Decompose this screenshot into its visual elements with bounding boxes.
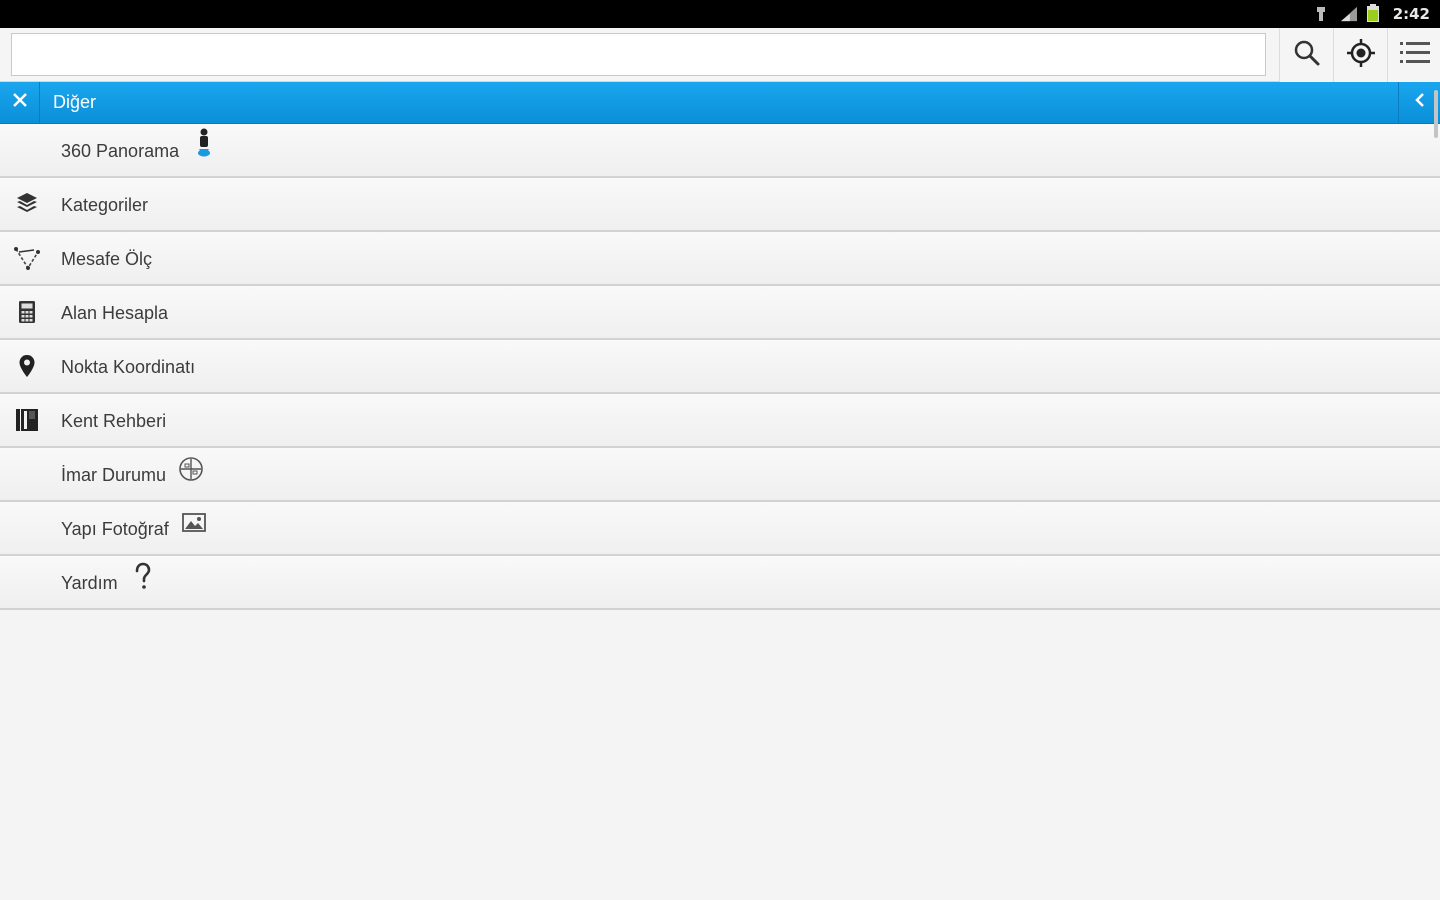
menu-item-alan-hesapla[interactable]: Alan Hesapla xyxy=(0,286,1440,340)
battery-icon xyxy=(1366,4,1383,22)
menu-item-label: Kategoriler xyxy=(61,195,149,215)
top-toolbar xyxy=(0,28,1440,82)
pegman-icon xyxy=(189,128,219,158)
page-title: Diğer xyxy=(53,92,97,112)
menu-button[interactable] xyxy=(1387,28,1440,82)
menu-item-label: Nokta Koordinatı xyxy=(61,357,196,377)
menu-item-yapi-fotograf[interactable]: Yapı Fotoğraf xyxy=(0,502,1440,556)
menu-item-nokta-koordinati[interactable]: Nokta Koordinatı xyxy=(0,340,1440,394)
zoning-icon xyxy=(176,454,206,484)
locate-icon xyxy=(1346,38,1376,73)
menu-item-label: 360 Panorama xyxy=(61,141,180,161)
scrollbar[interactable] xyxy=(1434,90,1438,138)
clock: 2:42 xyxy=(1392,5,1430,23)
menu-item-360-panorama[interactable]: 360 Panorama xyxy=(0,124,1440,178)
close-icon xyxy=(12,92,28,113)
question-icon xyxy=(128,562,158,592)
menu-item-label: Kent Rehberi xyxy=(61,411,167,431)
close-button[interactable] xyxy=(0,82,40,123)
section-header: Diğer xyxy=(0,82,1440,124)
menu-item-mesafe-olc[interactable]: Mesafe Ölç xyxy=(0,232,1440,286)
layers-icon xyxy=(14,191,40,217)
empty-area xyxy=(0,610,1440,900)
menu-item-label: Yapı Fotoğraf xyxy=(61,519,169,539)
search-button[interactable] xyxy=(1279,28,1333,82)
menu-item-kategoriler[interactable]: Kategoriler xyxy=(0,178,1440,232)
menu-item-imar-durumu[interactable]: İmar Durumu xyxy=(0,448,1440,502)
calculator-icon xyxy=(14,299,40,325)
menu-icon xyxy=(1399,40,1430,71)
photo-icon xyxy=(179,508,209,538)
menu-item-label: Alan Hesapla xyxy=(61,303,169,323)
locate-button[interactable] xyxy=(1333,28,1387,82)
map-pin-icon xyxy=(14,353,40,379)
ruler-measure-icon xyxy=(14,245,40,271)
menu-item-yardim[interactable]: Yardım xyxy=(0,556,1440,610)
menu-item-label: Yardım xyxy=(61,573,118,593)
usb-icon xyxy=(1315,6,1331,22)
menu-item-label: İmar Durumu xyxy=(61,465,167,485)
menu-item-label: Mesafe Ölç xyxy=(61,249,153,269)
status-bar: 2:42 xyxy=(0,0,1440,28)
book-icon xyxy=(14,407,40,433)
chevron-left-icon xyxy=(1414,92,1426,113)
signal-icon xyxy=(1340,6,1357,22)
search-icon xyxy=(1293,39,1321,72)
search-input[interactable] xyxy=(11,33,1266,76)
menu-list: 360 Panorama Kategoriler Mesafe Ölç Alan… xyxy=(0,124,1440,610)
menu-item-kent-rehberi[interactable]: Kent Rehberi xyxy=(0,394,1440,448)
